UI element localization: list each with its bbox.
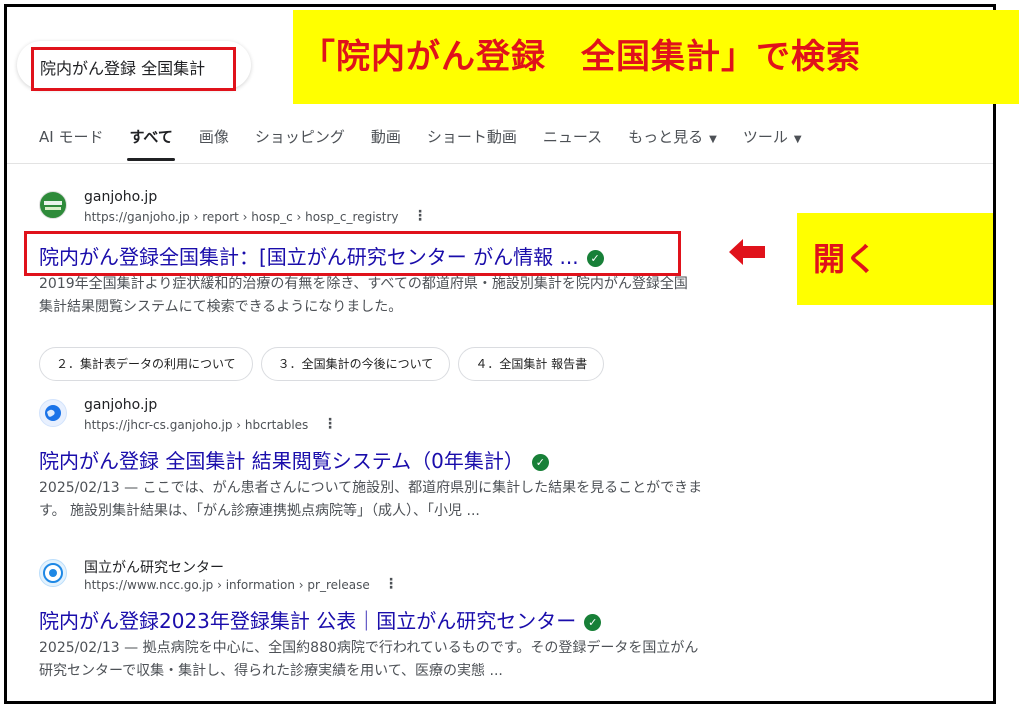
open-callout: 開く: [797, 213, 993, 305]
site-url: https://www.ncc.go.jp › information › pr…: [84, 578, 370, 592]
result-site-row[interactable]: 国立がん研究センター https://www.ncc.go.jp › infor…: [39, 557, 799, 599]
result-snippet: 2025/02/13 — ここでは、がん患者さんについて施設別、都道府県別に集計…: [39, 480, 703, 519]
more-options-icon[interactable]: ⋮: [323, 416, 337, 432]
search-result: 国立がん研究センター https://www.ncc.go.jp › infor…: [39, 557, 799, 679]
result-snippet: 2019年全国集計より症状緩和的治療の有無を除き、すべての都道府県・施設別集計を…: [39, 276, 688, 315]
site-url: https://ganjoho.jp › report › hosp_c › h…: [84, 210, 399, 224]
arrow-left-icon: [729, 239, 765, 265]
tab-videos[interactable]: 動画: [371, 122, 401, 158]
result-snippet: 2025/02/13 — 拠点病院を中心に、全国約880病院で行われているもので…: [39, 640, 699, 679]
sitelink-chip[interactable]: ４．全国集計 報告書: [458, 347, 605, 381]
tab-shopping[interactable]: ショッピング: [255, 122, 345, 158]
browser-frame: 院内がん登録 全国集計 AI モード すべて 画像 ショッピング 動画 ショート…: [4, 4, 996, 704]
result-title-link[interactable]: 院内がん登録 全国集計 結果閲覧システム（0年集計） ✓: [39, 445, 549, 474]
tab-news[interactable]: ニュース: [543, 122, 602, 158]
more-options-icon[interactable]: ⋮: [384, 576, 398, 592]
globe-icon: [39, 399, 67, 427]
sitelink-chip[interactable]: ２．集計表データの利用について: [39, 347, 253, 381]
result-title-link[interactable]: 院内がん登録2023年登録集計 公表｜国立がん研究センター ✓: [39, 605, 602, 634]
search-input[interactable]: 院内がん登録 全国集計: [31, 47, 236, 91]
tab-short-videos[interactable]: ショート動画: [427, 122, 517, 158]
verified-icon: ✓: [584, 614, 602, 631]
tab-more[interactable]: もっと見る ▼: [628, 122, 717, 158]
search-result: ganjoho.jp https://ganjoho.jp › report ›…: [39, 189, 799, 381]
tab-images[interactable]: 画像: [199, 122, 229, 158]
site-name: 国立がん研究センター: [84, 560, 224, 576]
search-tabs: AI モード すべて 画像 ショッピング 動画 ショート動画 ニュース もっと見…: [39, 122, 828, 161]
chevron-down-icon: ▼: [793, 134, 802, 145]
sitelink-chip[interactable]: ３．全国集計の今後について: [260, 347, 451, 381]
title-highlight-box: [24, 231, 681, 276]
tab-ai-mode[interactable]: AI モード: [39, 122, 103, 158]
ncc-logo-icon: [39, 559, 67, 587]
result-site-row[interactable]: ganjoho.jp https://ganjoho.jp › report ›…: [39, 189, 799, 231]
site-name: ganjoho.jp: [84, 397, 158, 413]
result-site-row[interactable]: ganjoho.jp https://jhcr-cs.ganjoho.jp › …: [39, 397, 799, 439]
verified-icon: ✓: [531, 454, 549, 471]
search-result: ganjoho.jp https://jhcr-cs.ganjoho.jp › …: [39, 397, 799, 519]
site-url: https://jhcr-cs.ganjoho.jp › hbcrtables: [84, 418, 309, 432]
search-callout: 「院内がん登録 全国集計」で検索: [293, 10, 1019, 104]
more-options-icon[interactable]: ⋮: [413, 208, 427, 224]
site-name: ganjoho.jp: [84, 189, 158, 205]
tab-all[interactable]: すべて: [127, 122, 176, 161]
ganjoho-logo-icon: [39, 191, 67, 219]
tabs-divider: [7, 163, 993, 164]
sitelinks: ２．集計表データの利用について ３．全国集計の今後について ４．全国集計 報告書: [39, 347, 605, 381]
chevron-down-icon: ▼: [709, 134, 717, 145]
tab-tools[interactable]: ツール ▼: [743, 122, 802, 158]
